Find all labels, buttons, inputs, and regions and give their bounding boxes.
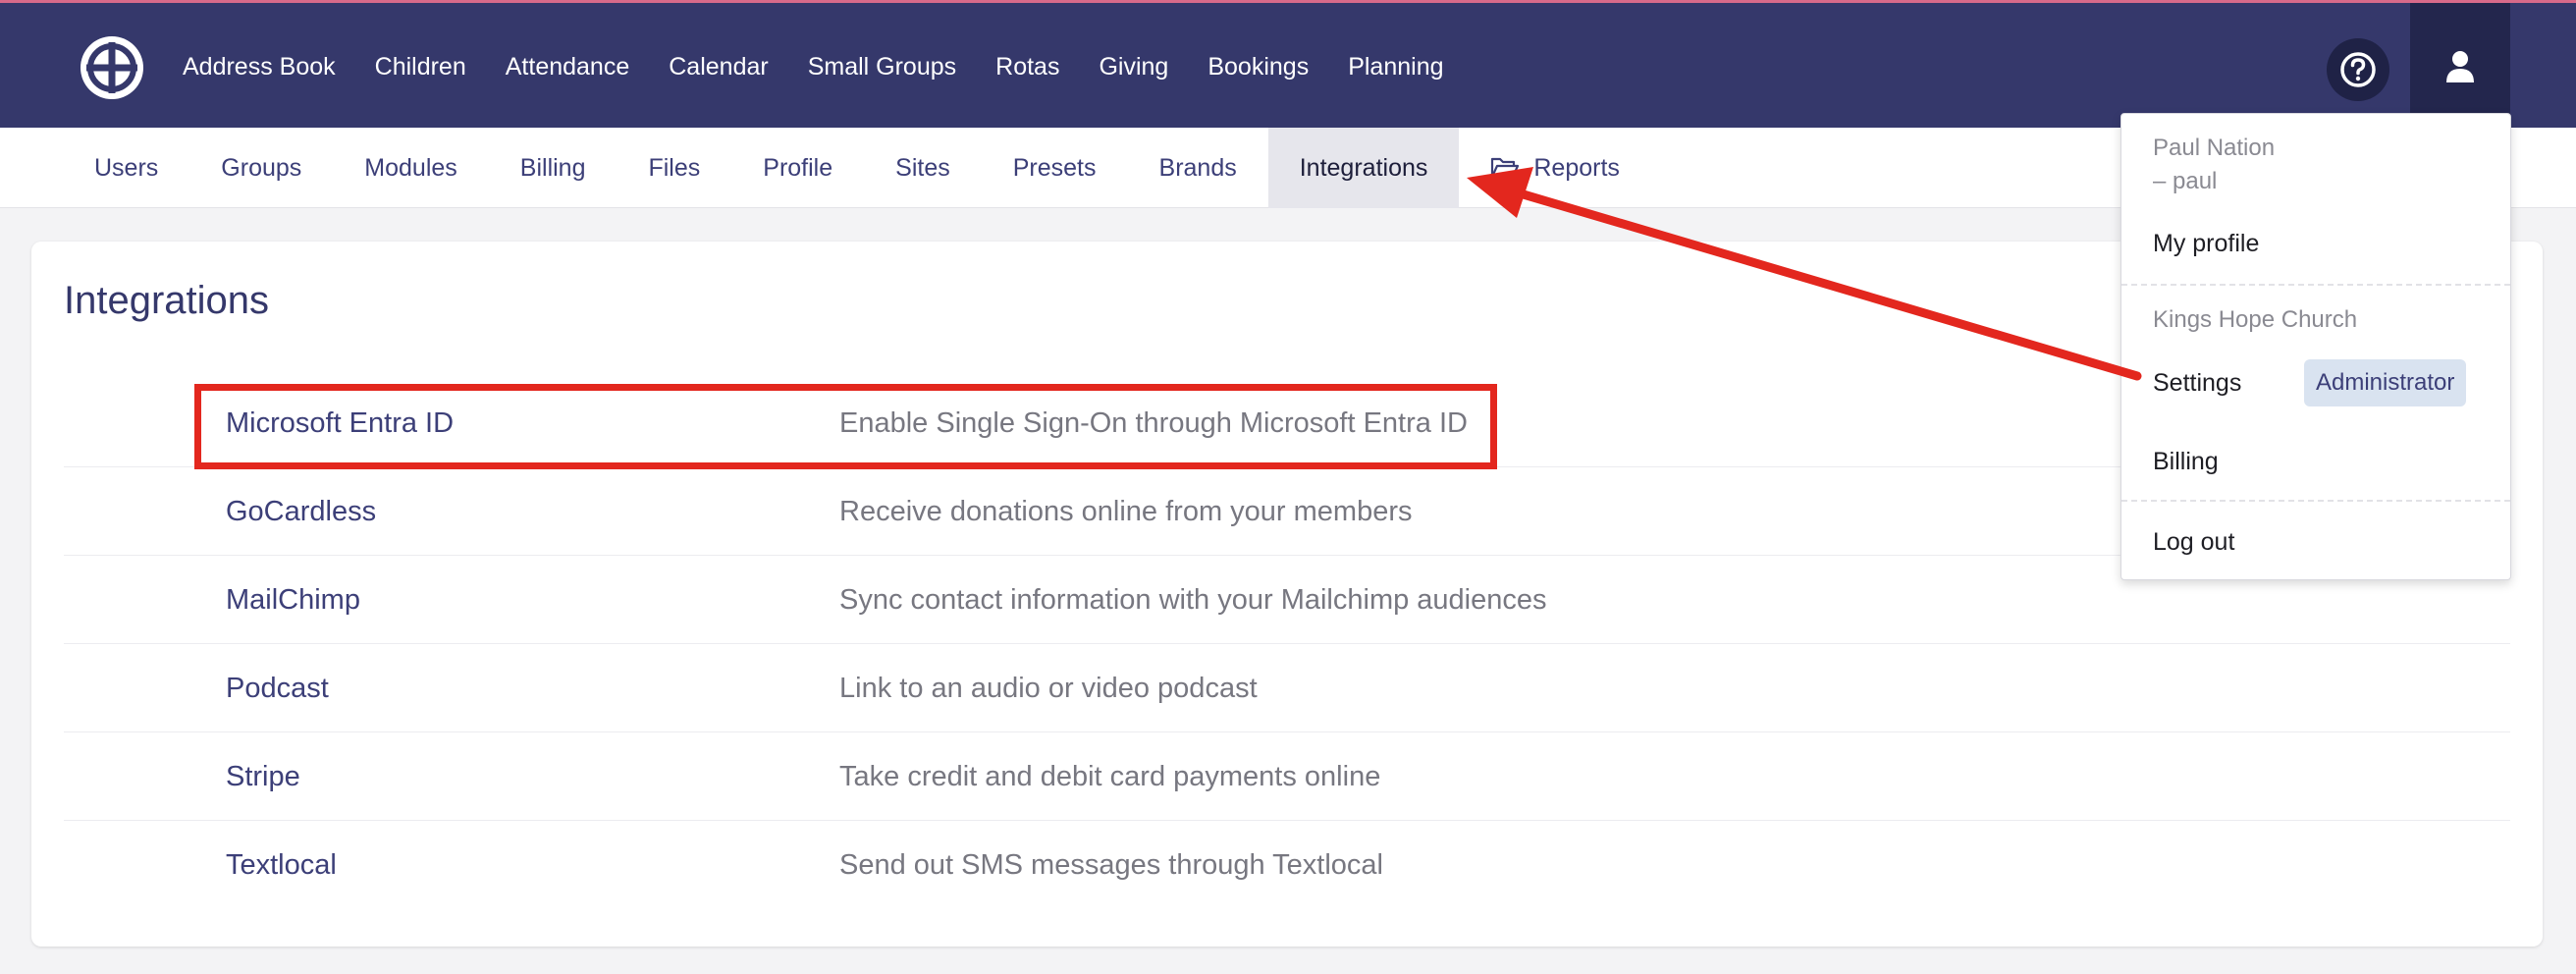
tab-modules[interactable]: Modules	[333, 128, 489, 208]
church-name: Kings Hope Church	[2153, 306, 2358, 333]
user-icon	[2446, 51, 2474, 82]
question-circle-icon	[2340, 52, 2376, 87]
nav-address-book[interactable]: Address Book	[183, 53, 336, 81]
integration-description: Link to an audio or video podcast	[839, 672, 1258, 704]
tab-integrations[interactable]: Integrations	[1267, 128, 1460, 208]
nav-children[interactable]: Children	[375, 53, 466, 81]
my-profile-link[interactable]: My profile	[2153, 230, 2259, 258]
tab-reports[interactable]: Reports	[1459, 128, 1651, 208]
top-nav-menu: Address Book Children Attendance Calenda…	[183, 3, 1483, 131]
top-navbar: Address Book Children Attendance Calenda…	[0, 0, 2576, 131]
nav-giving[interactable]: Giving	[1099, 53, 1168, 81]
user-username: – paul	[2153, 168, 2218, 194]
user-menu-button[interactable]	[2410, 3, 2510, 131]
nav-calendar[interactable]: Calendar	[669, 53, 768, 81]
user-dropdown-menu: Paul Nation – paul My profile Kings Hope…	[2120, 113, 2511, 580]
integration-row-textlocal[interactable]: Textlocal Send out SMS messages through …	[64, 821, 2510, 909]
page-title: Integrations	[64, 279, 270, 322]
tab-presets[interactable]: Presets	[982, 128, 1128, 208]
logo-icon[interactable]	[79, 34, 145, 101]
tab-files[interactable]: Files	[617, 128, 731, 208]
tab-sites[interactable]: Sites	[864, 128, 982, 208]
nav-attendance[interactable]: Attendance	[506, 53, 630, 81]
tab-profile[interactable]: Profile	[731, 128, 864, 208]
role-badge: Administrator	[2304, 359, 2467, 406]
user-full-name: Paul Nation	[2153, 135, 2276, 161]
integration-name[interactable]: GoCardless	[226, 467, 376, 556]
logout-link[interactable]: Log out	[2153, 528, 2234, 557]
nav-small-groups[interactable]: Small Groups	[808, 53, 956, 81]
tab-reports-label: Reports	[1533, 153, 1620, 182]
help-button[interactable]	[2327, 38, 2389, 101]
annotation-highlight-box	[194, 384, 1497, 469]
integration-name[interactable]: Textlocal	[226, 821, 337, 909]
billing-link[interactable]: Billing	[2153, 448, 2219, 476]
integration-row-stripe[interactable]: Stripe Take credit and debit card paymen…	[64, 732, 2510, 821]
integration-description: Receive donations online from your membe…	[839, 495, 1413, 527]
integration-description: Sync contact information with your Mailc…	[839, 583, 1547, 616]
dropdown-divider	[2121, 284, 2510, 286]
integration-description: Send out SMS messages through Textlocal	[839, 848, 1384, 881]
settings-link[interactable]: Settings	[2153, 369, 2241, 398]
integration-name[interactable]: Stripe	[226, 732, 300, 821]
integration-description: Take credit and debit card payments onli…	[839, 760, 1381, 792]
integration-name[interactable]: Podcast	[226, 644, 329, 732]
tab-brands[interactable]: Brands	[1128, 128, 1268, 208]
tab-groups[interactable]: Groups	[189, 128, 333, 208]
nav-bookings[interactable]: Bookings	[1208, 53, 1309, 81]
nav-planning[interactable]: Planning	[1348, 53, 1443, 81]
tab-users[interactable]: Users	[63, 128, 189, 208]
dropdown-divider	[2121, 500, 2510, 502]
integration-row-podcast[interactable]: Podcast Link to an audio or video podcas…	[64, 644, 2510, 732]
dropdown-user-info: Paul Nation – paul	[2153, 132, 2275, 198]
nav-rotas[interactable]: Rotas	[995, 53, 1059, 81]
folder-open-icon	[1490, 156, 1520, 180]
integration-name[interactable]: MailChimp	[226, 556, 360, 644]
tab-billing[interactable]: Billing	[489, 128, 617, 208]
